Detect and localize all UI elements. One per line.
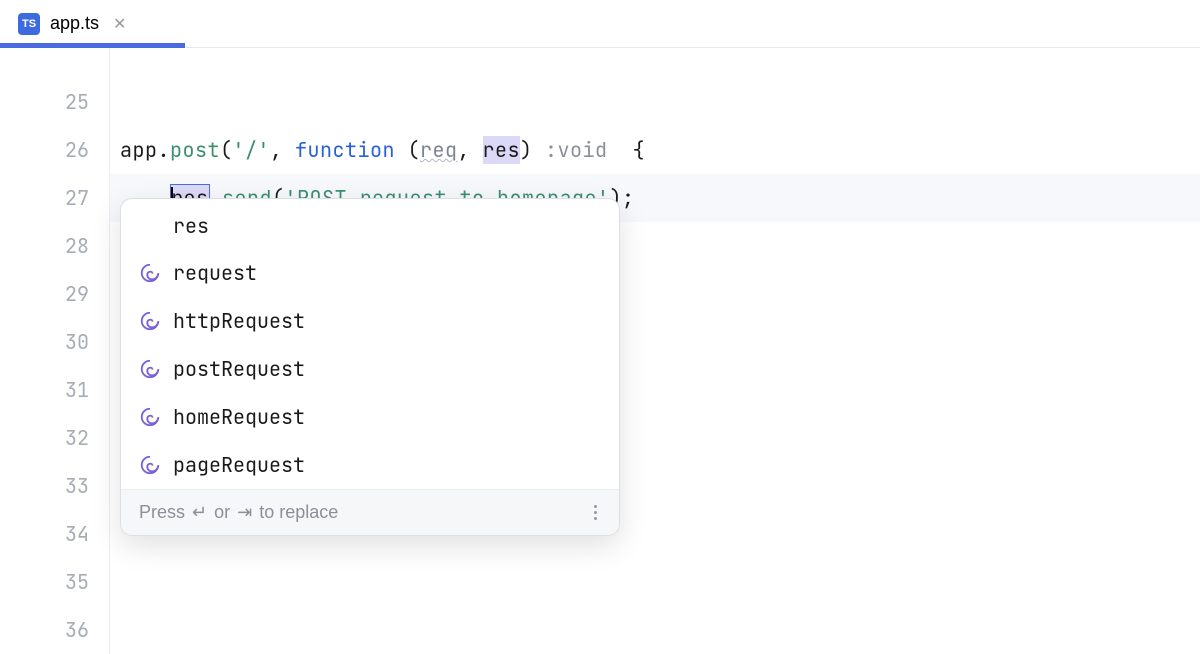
line-number: 31: [0, 366, 89, 414]
rename-suggestion-icon: [139, 262, 161, 284]
code-line-36[interactable]: [110, 606, 1200, 654]
code-line-25[interactable]: [110, 78, 1200, 126]
line-number: 33: [0, 462, 89, 510]
completion-item-label: request: [173, 260, 257, 286]
code-editor[interactable]: 252627282930313233343536 app.post('/', f…: [0, 48, 1200, 654]
completion-item-label: httpRequest: [173, 308, 305, 334]
rename-suggestion-icon: [139, 358, 161, 380]
code-line-35[interactable]: [110, 558, 1200, 606]
completion-popup: res request httpRequest postRequest homeRequ…: [120, 198, 620, 536]
completion-item[interactable]: httpRequest: [121, 297, 619, 345]
rename-suggestion-icon: [139, 310, 161, 332]
completion-item-label: res: [173, 213, 209, 239]
editor-tab-bar: TS app.ts ✕: [0, 0, 1200, 48]
completion-item-label: pageRequest: [173, 452, 305, 478]
line-number: 28: [0, 222, 89, 270]
kebab-menu-icon[interactable]: [590, 501, 601, 524]
completion-item[interactable]: res: [121, 199, 619, 249]
rename-suggestion-icon: [139, 406, 161, 428]
line-number: 29: [0, 270, 89, 318]
tab-app-ts[interactable]: TS app.ts ✕: [0, 0, 144, 47]
line-number: 26: [0, 126, 89, 174]
completion-item[interactable]: homeRequest: [121, 393, 619, 441]
param-res-highlight: res: [483, 136, 521, 164]
line-number: 27: [0, 174, 89, 222]
completion-footer: Press ↵ or ⇥ to replace: [121, 489, 619, 535]
line-number: 36: [0, 606, 89, 654]
line-number: 30: [0, 318, 89, 366]
completion-item[interactable]: postRequest: [121, 345, 619, 393]
line-number: 34: [0, 510, 89, 558]
typescript-icon: TS: [18, 13, 40, 35]
close-icon[interactable]: ✕: [113, 14, 126, 34]
completion-hint: Press ↵ or ⇥ to replace: [139, 502, 338, 523]
completion-item-label: homeRequest: [173, 404, 305, 430]
completion-item[interactable]: pageRequest: [121, 441, 619, 489]
line-number: 32: [0, 414, 89, 462]
completion-item[interactable]: request: [121, 249, 619, 297]
line-number: 35: [0, 558, 89, 606]
code-line-26[interactable]: app.post('/', function (req, res) :void …: [110, 126, 1200, 174]
line-number: 25: [0, 78, 89, 126]
tab-filename: app.ts: [50, 13, 99, 34]
line-number-gutter: 252627282930313233343536: [0, 48, 110, 654]
completion-item-label: postRequest: [173, 356, 305, 382]
rename-suggestion-icon: [139, 454, 161, 476]
